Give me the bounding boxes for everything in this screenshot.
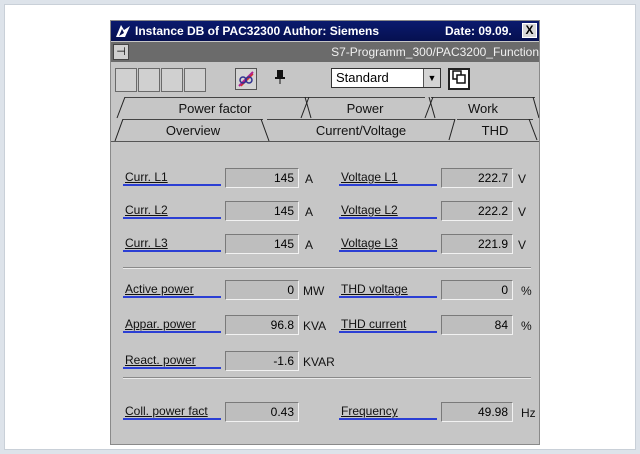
thd-voltage-underline — [339, 296, 437, 298]
react-power-underline — [123, 367, 221, 369]
active-power-label: Active power — [125, 282, 194, 296]
chevron-down-icon[interactable]: ▼ — [423, 69, 440, 87]
curr-l1-unit: A — [305, 172, 314, 186]
voltage-l2-field: 222.2 — [441, 201, 513, 221]
step7-logo-icon — [116, 25, 130, 37]
view-select[interactable]: Standard ▼ — [331, 68, 441, 88]
title-bar[interactable]: Instance DB of PAC32300 Author: Siemens … — [111, 21, 539, 41]
curr-l1-label: Curr. L1 — [125, 170, 168, 184]
window-restore-button[interactable] — [448, 68, 470, 90]
frequency-underline — [339, 418, 437, 420]
frequency-unit: Hz — [521, 406, 536, 420]
overview-panel: Curr. L1 145 A Curr. L2 145 A Curr. L3 1… — [111, 142, 539, 444]
pin-toggle-button[interactable] — [269, 68, 291, 90]
power-factor-underline — [123, 418, 221, 420]
curr-l2-underline — [123, 217, 221, 219]
frequency-field: 49.98 — [441, 402, 513, 422]
voltage-l2-label: Voltage L2 — [341, 203, 398, 217]
voltage-l1-field: 222.7 — [441, 168, 513, 188]
window-date: Date: 09.09. — [445, 24, 512, 38]
voltage-l1-unit: V — [518, 172, 527, 186]
toolbar-button-1[interactable] — [115, 68, 137, 92]
curr-l2-unit: A — [305, 205, 314, 219]
path-bar: ⊣ S7-Programm_300/PAC3200_Function — [111, 42, 539, 62]
voltage-l3-unit: V — [518, 238, 527, 252]
react-power-field: -1.6 — [225, 351, 299, 371]
monitor-glasses-icon — [238, 71, 254, 87]
thd-voltage-unit: % — [521, 284, 532, 298]
voltage-l3-label: Voltage L3 — [341, 236, 398, 250]
curr-l3-underline — [123, 250, 221, 252]
power-factor-label: Coll. power fact — [125, 404, 208, 418]
close-button[interactable]: X — [522, 23, 537, 38]
active-power-unit: MW — [303, 284, 325, 298]
thd-voltage-label: THD voltage — [341, 282, 408, 296]
instance-db-window: Instance DB of PAC32300 Author: Siemens … — [110, 20, 540, 445]
curr-l1-underline — [123, 184, 221, 186]
program-path: S7-Programm_300/PAC3200_Function — [331, 45, 539, 59]
react-power-unit: KVAR — [303, 355, 335, 369]
separator-2 — [123, 377, 531, 379]
thd-current-unit: % — [521, 319, 532, 333]
appar-power-unit: KVA — [303, 319, 327, 333]
online-monitor-button[interactable] — [235, 68, 257, 90]
curr-l2-field: 145 — [225, 201, 299, 221]
pin-icon[interactable]: ⊣ — [113, 44, 129, 60]
thd-current-field: 84 — [441, 315, 513, 335]
toolbar-button-3[interactable] — [161, 68, 183, 92]
curr-l3-label: Curr. L3 — [125, 236, 168, 250]
toolbar: Standard ▼ — [111, 65, 539, 93]
voltage-l2-underline — [339, 217, 437, 219]
react-power-label: React. power — [125, 353, 196, 367]
voltage-l2-unit: V — [518, 205, 527, 219]
toolbar-button-4[interactable] — [184, 68, 206, 92]
curr-l1-field: 145 — [225, 168, 299, 188]
window-title: Instance DB of PAC32300 Author: Siemens — [135, 24, 380, 38]
voltage-l1-label: Voltage L1 — [341, 170, 398, 184]
curr-l3-field: 145 — [225, 234, 299, 254]
active-power-underline — [123, 296, 221, 298]
active-power-field: 0 — [225, 280, 299, 300]
tab-row-back-slants — [116, 97, 539, 119]
thd-current-label: THD current — [341, 317, 407, 331]
toolbar-button-2[interactable] — [138, 68, 160, 92]
frequency-label: Frequency — [341, 404, 398, 418]
appar-power-label: Appar. power — [125, 317, 196, 331]
tab-row-front-slants — [114, 119, 538, 141]
power-factor-field: 0.43 — [225, 402, 299, 422]
thd-voltage-field: 0 — [441, 280, 513, 300]
voltage-l1-underline — [339, 184, 437, 186]
voltage-l3-underline — [339, 250, 437, 252]
tab-row-front: Overview Current/Voltage THD — [111, 119, 539, 141]
curr-l2-label: Curr. L2 — [125, 203, 168, 217]
view-select-value: Standard — [336, 70, 389, 85]
separator-1 — [123, 267, 531, 269]
curr-l3-unit: A — [305, 238, 314, 252]
restore-icon — [452, 70, 466, 84]
appar-power-underline — [123, 331, 221, 333]
appar-power-field: 96.8 — [225, 315, 299, 335]
thd-current-underline — [339, 331, 437, 333]
tab-row-back: Power factor Power Work — [111, 97, 539, 119]
voltage-l3-field: 221.9 — [441, 234, 513, 254]
pushpin-icon — [275, 70, 285, 84]
